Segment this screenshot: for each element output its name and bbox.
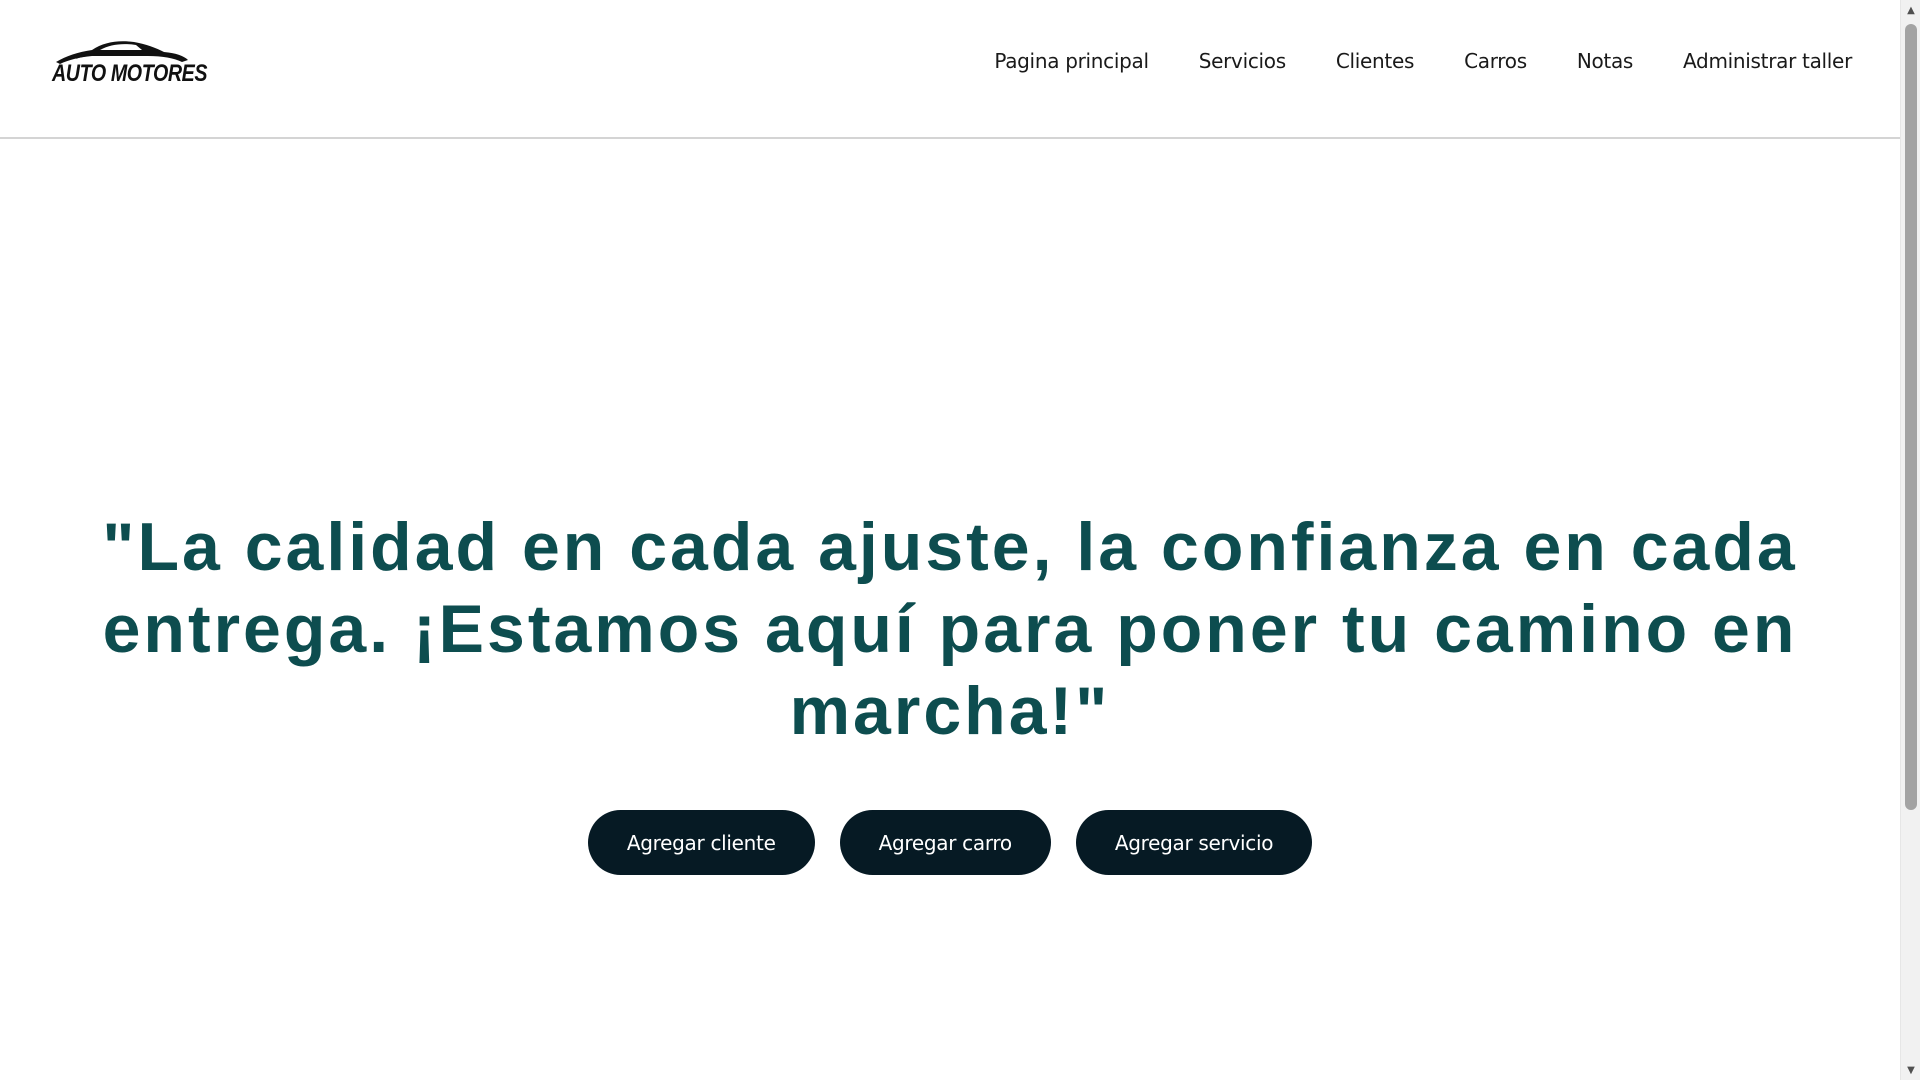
add-service-button[interactable]: Agregar servicio: [1075, 810, 1313, 875]
scrollbar-thumb[interactable]: [1905, 24, 1917, 810]
main-nav: Pagina principal Servicios Clientes Carr…: [994, 49, 1852, 73]
vertical-scrollbar[interactable]: ▲ ▼: [1900, 0, 1920, 1080]
logo-text: AUTO MOTORES: [52, 60, 208, 87]
nav-item-carros[interactable]: Carros: [1464, 49, 1527, 73]
hero-quote: "La calidad en cada ajuste, la confianza…: [102, 509, 1798, 749]
nav-item-servicios[interactable]: Servicios: [1199, 49, 1286, 73]
logo[interactable]: AUTO MOTORES: [52, 38, 208, 90]
triangle-down-icon[interactable]: ▼: [1901, 1060, 1920, 1080]
site-header: AUTO MOTORES Pagina principal Servicios …: [0, 0, 1900, 139]
add-car-button[interactable]: Agregar carro: [839, 810, 1051, 875]
triangle-up-icon[interactable]: ▲: [1901, 0, 1920, 20]
page: AUTO MOTORES Pagina principal Servicios …: [0, 0, 1920, 1080]
hero-actions: Agregar cliente Agregar carro Agregar se…: [0, 810, 1900, 875]
nav-item-notas[interactable]: Notas: [1577, 49, 1634, 73]
nav-item-administrar-taller[interactable]: Administrar taller: [1683, 49, 1852, 73]
add-client-button[interactable]: Agregar cliente: [587, 810, 815, 875]
nav-item-pagina-principal[interactable]: Pagina principal: [994, 49, 1149, 73]
nav-item-clientes[interactable]: Clientes: [1336, 49, 1415, 73]
